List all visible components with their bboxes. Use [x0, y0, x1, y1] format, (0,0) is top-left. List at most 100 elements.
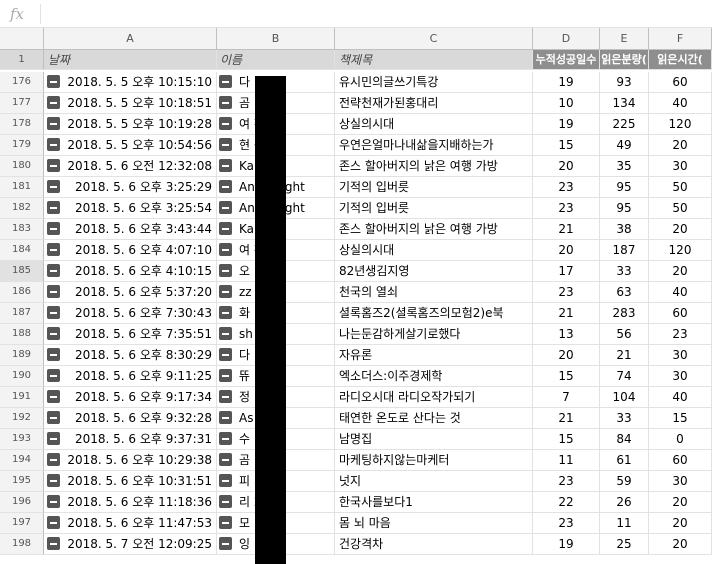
- cumulative-days-cell[interactable]: 15: [533, 366, 600, 387]
- row-number[interactable]: 192: [0, 408, 44, 429]
- collapse-icon[interactable]: [47, 138, 60, 151]
- cumulative-days-cell[interactable]: 13: [533, 324, 600, 345]
- time-read-cell[interactable]: 30: [649, 345, 712, 366]
- cumulative-days-cell[interactable]: 23: [533, 513, 600, 534]
- collapse-icon[interactable]: [219, 243, 232, 256]
- collapse-icon[interactable]: [47, 159, 60, 172]
- collapse-icon[interactable]: [219, 453, 232, 466]
- row-number[interactable]: 189: [0, 345, 44, 366]
- pages-read-cell[interactable]: 134: [600, 93, 649, 114]
- pages-read-cell[interactable]: 61: [600, 450, 649, 471]
- collapse-icon[interactable]: [47, 537, 60, 550]
- date-cell[interactable]: 2018. 5. 5 오후 10:19:28: [44, 114, 217, 135]
- title-cell[interactable]: 상실의시대: [335, 240, 533, 261]
- date-cell[interactable]: 2018. 5. 6 오후 9:32:28: [44, 408, 217, 429]
- time-read-cell[interactable]: 60: [649, 303, 712, 324]
- time-read-cell[interactable]: 20: [649, 219, 712, 240]
- collapse-icon[interactable]: [47, 75, 60, 88]
- cumulative-days-cell[interactable]: 20: [533, 345, 600, 366]
- title-cell[interactable]: 전략천재가된홍대리: [335, 93, 533, 114]
- title-cell[interactable]: 엑소더스:이주경제학: [335, 366, 533, 387]
- collapse-icon[interactable]: [219, 474, 232, 487]
- time-read-cell[interactable]: 40: [649, 93, 712, 114]
- collapse-icon[interactable]: [219, 516, 232, 529]
- date-cell[interactable]: 2018. 5. 6 오후 10:29:38: [44, 450, 217, 471]
- pages-read-cell[interactable]: 283: [600, 303, 649, 324]
- title-cell[interactable]: 존스 할아버지의 낡은 여행 가방: [335, 156, 533, 177]
- title-cell[interactable]: 넛지: [335, 471, 533, 492]
- date-cell[interactable]: 2018. 5. 6 오후 3:25:54: [44, 198, 217, 219]
- pages-read-cell[interactable]: 21: [600, 345, 649, 366]
- collapse-icon[interactable]: [219, 432, 232, 445]
- cumulative-days-cell[interactable]: 23: [533, 198, 600, 219]
- collapse-icon[interactable]: [219, 537, 232, 550]
- pages-read-cell[interactable]: 84: [600, 429, 649, 450]
- cumulative-days-cell[interactable]: 22: [533, 492, 600, 513]
- date-cell[interactable]: 2018. 5. 7 오전 12:09:25: [44, 534, 217, 555]
- collapse-icon[interactable]: [219, 117, 232, 130]
- row-number[interactable]: 183: [0, 219, 44, 240]
- title-cell[interactable]: 자유론: [335, 345, 533, 366]
- time-read-cell[interactable]: 60: [649, 450, 712, 471]
- pages-read-cell[interactable]: 95: [600, 177, 649, 198]
- column-header-a[interactable]: A: [44, 28, 217, 50]
- column-header-c[interactable]: C: [335, 28, 533, 50]
- collapse-icon[interactable]: [219, 411, 232, 424]
- collapse-icon[interactable]: [219, 159, 232, 172]
- time-read-cell[interactable]: 120: [649, 114, 712, 135]
- collapse-icon[interactable]: [219, 96, 232, 109]
- header-book-title[interactable]: 책제목: [335, 50, 533, 70]
- title-cell[interactable]: 기적의 입버릇: [335, 198, 533, 219]
- collapse-icon[interactable]: [219, 222, 232, 235]
- title-cell[interactable]: 나는둔감하게살기로했다: [335, 324, 533, 345]
- pages-read-cell[interactable]: 35: [600, 156, 649, 177]
- collapse-icon[interactable]: [47, 390, 60, 403]
- date-cell[interactable]: 2018. 5. 6 오후 4:10:15: [44, 261, 217, 282]
- row-number[interactable]: 187: [0, 303, 44, 324]
- column-header-b[interactable]: B: [217, 28, 335, 50]
- date-cell[interactable]: 2018. 5. 6 오후 7:30:43: [44, 303, 217, 324]
- row-number[interactable]: 178: [0, 114, 44, 135]
- title-cell[interactable]: 셜록홈즈2(셜록홈즈의모험2)e북: [335, 303, 533, 324]
- collapse-icon[interactable]: [219, 495, 232, 508]
- collapse-icon[interactable]: [47, 369, 60, 382]
- title-cell[interactable]: 유시민의글쓰기특강: [335, 72, 533, 93]
- time-read-cell[interactable]: 23: [649, 324, 712, 345]
- pages-read-cell[interactable]: 95: [600, 198, 649, 219]
- pages-read-cell[interactable]: 49: [600, 135, 649, 156]
- header-time-read[interactable]: 읽은시간(: [649, 50, 712, 70]
- collapse-icon[interactable]: [47, 222, 60, 235]
- pages-read-cell[interactable]: 33: [600, 408, 649, 429]
- header-pages-read[interactable]: 읽은분량(: [600, 50, 649, 70]
- date-cell[interactable]: 2018. 5. 6 오후 8:30:29: [44, 345, 217, 366]
- time-read-cell[interactable]: 50: [649, 177, 712, 198]
- row-number[interactable]: 176: [0, 72, 44, 93]
- title-cell[interactable]: 몸 뇌 마음: [335, 513, 533, 534]
- date-cell[interactable]: 2018. 5. 6 오후 11:18:36: [44, 492, 217, 513]
- cumulative-days-cell[interactable]: 21: [533, 408, 600, 429]
- time-read-cell[interactable]: 30: [649, 471, 712, 492]
- time-read-cell[interactable]: 60: [649, 72, 712, 93]
- cumulative-days-cell[interactable]: 23: [533, 282, 600, 303]
- time-read-cell[interactable]: 120: [649, 240, 712, 261]
- cumulative-days-cell[interactable]: 15: [533, 429, 600, 450]
- collapse-icon[interactable]: [219, 138, 232, 151]
- collapse-icon[interactable]: [47, 432, 60, 445]
- time-read-cell[interactable]: 40: [649, 387, 712, 408]
- time-read-cell[interactable]: 40: [649, 282, 712, 303]
- date-cell[interactable]: 2018. 5. 5 오후 10:54:56: [44, 135, 217, 156]
- pages-read-cell[interactable]: 11: [600, 513, 649, 534]
- row-number[interactable]: 180: [0, 156, 44, 177]
- collapse-icon[interactable]: [47, 453, 60, 466]
- collapse-icon[interactable]: [219, 390, 232, 403]
- date-cell[interactable]: 2018. 5. 5 오후 10:15:10: [44, 72, 217, 93]
- date-cell[interactable]: 2018. 5. 6 오전 12:32:08: [44, 156, 217, 177]
- collapse-icon[interactable]: [47, 96, 60, 109]
- collapse-icon[interactable]: [47, 327, 60, 340]
- title-cell[interactable]: 기적의 입버릇: [335, 177, 533, 198]
- date-cell[interactable]: 2018. 5. 5 오후 10:18:51: [44, 93, 217, 114]
- collapse-icon[interactable]: [47, 495, 60, 508]
- row-number[interactable]: 191: [0, 387, 44, 408]
- time-read-cell[interactable]: 30: [649, 156, 712, 177]
- cumulative-days-cell[interactable]: 7: [533, 387, 600, 408]
